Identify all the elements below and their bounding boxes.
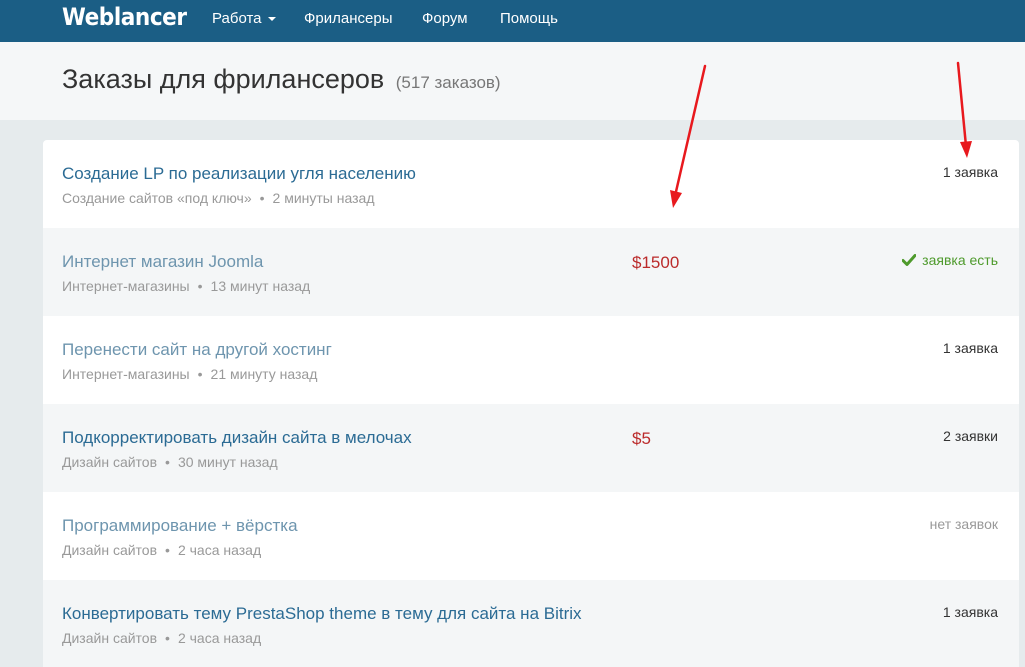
order-row: Программирование + вёрстка Дизайн сайтов… [43, 492, 1019, 580]
order-bids: 1 заявка [942, 604, 998, 620]
order-title-link[interactable]: Программирование + вёрстка [62, 516, 298, 536]
separator-dot: • [165, 542, 170, 558]
order-time: 30 минут назад [177, 454, 278, 470]
order-bids: нет заявок [929, 516, 998, 532]
order-time: 2 часа назад [177, 630, 262, 646]
order-category[interactable]: Дизайн сайтов [62, 542, 157, 558]
orders-list: Создание LP по реализации угля населению… [43, 140, 1019, 667]
separator-dot: • [259, 190, 265, 206]
page-title-text: Заказы для фрилансеров [62, 64, 385, 94]
order-title-link[interactable]: Интернет магазин Joomla [62, 252, 263, 272]
order-bids: 2 заявки [943, 428, 998, 444]
order-meta: Интернет-магазины • 13 минут назад [62, 278, 310, 294]
order-category[interactable]: Интернет-магазины [62, 366, 190, 382]
nav-item-help[interactable]: Помощь [500, 10, 558, 27]
order-bids: 1 заявка [942, 340, 998, 356]
nav-item-work[interactable]: Работа [212, 10, 276, 27]
order-row: Подкорректировать дизайн сайта в мелочах… [43, 404, 1019, 492]
nav-item-work-label: Работа [212, 10, 262, 27]
check-icon [902, 254, 917, 266]
separator-dot: • [165, 630, 170, 646]
order-bids-label: заявка есть [922, 252, 998, 268]
order-row: Создание LP по реализации угля населению… [43, 140, 1019, 228]
separator-dot: • [197, 278, 203, 294]
top-navbar: Weblancer Работа Фрилансеры Форум Помощь [0, 0, 1025, 42]
order-category[interactable]: Дизайн сайтов [62, 630, 157, 646]
order-meta: Создание сайтов «под ключ» • 2 минуты наза… [62, 190, 375, 206]
order-title-link[interactable]: Перенести сайт на другой хостинг [62, 340, 332, 360]
caret-down-icon [267, 17, 276, 22]
page-title: Заказы для фрилансеров (517 заказов) [62, 64, 501, 95]
order-bids: заявка есть [902, 252, 998, 268]
nav-item-forum[interactable]: Форум [422, 10, 468, 27]
order-meta: Дизайн сайтов • 30 минут назад [62, 454, 278, 470]
order-category[interactable]: Интернет-магазины [62, 278, 190, 294]
order-meta: Дизайн сайтов • 2 часа назад [62, 630, 261, 646]
separator-dot: • [165, 454, 170, 470]
order-time: 21 минуту назад [210, 366, 318, 382]
order-category[interactable]: Дизайн сайтов [62, 454, 157, 470]
order-time: 13 минут назад [210, 278, 311, 294]
order-meta: Дизайн сайтов • 2 часа назад [62, 542, 261, 558]
nav-item-freelancers[interactable]: Фрилансеры [304, 10, 392, 27]
order-count: (517 заказов) [395, 73, 501, 92]
order-row: Перенести сайт на другой хостинг Интерне… [43, 316, 1019, 404]
separator-dot: • [197, 366, 203, 382]
order-time: 2 минуты назад [272, 190, 375, 206]
order-row: Интернет магазин Joomla Интернет-магазин… [43, 228, 1019, 316]
order-category[interactable]: Создание сайтов «под ключ» [62, 190, 252, 206]
order-price: $1500 [632, 253, 680, 272]
order-title-link[interactable]: Конвертировать тему PrestaShop theme в т… [62, 604, 582, 624]
order-bids: 1 заявка [942, 164, 998, 180]
order-title-link[interactable]: Подкорректировать дизайн сайта в мелочах [62, 428, 412, 448]
order-meta: Интернет-магазины • 21 минуту назад [62, 366, 317, 382]
order-price: $5 [632, 429, 651, 448]
order-row: Конвертировать тему PrestaShop theme в т… [43, 580, 1019, 667]
order-time: 2 часа назад [177, 542, 262, 558]
order-title-link[interactable]: Создание LP по реализации угля населению [62, 164, 416, 184]
brand-logo[interactable]: Weblancer [62, 3, 187, 31]
